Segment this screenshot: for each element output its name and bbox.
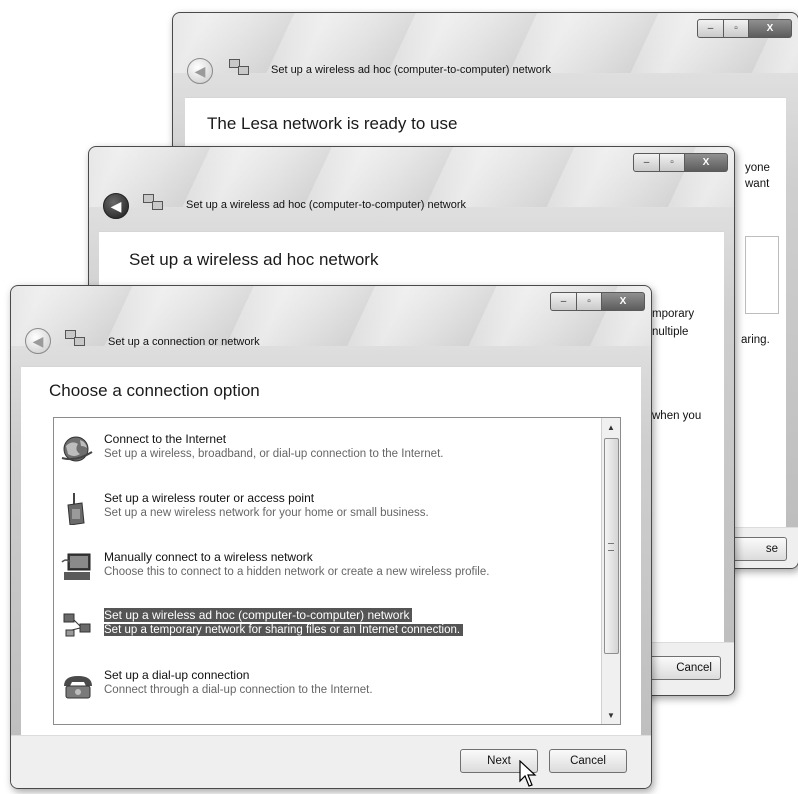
minimize-button[interactable]: ‒ (550, 292, 577, 311)
connection-options-list: Connect to the Internet Set up a wireles… (53, 417, 621, 725)
mouse-cursor-icon (519, 760, 537, 787)
info-box (745, 236, 779, 314)
scroll-up-icon[interactable]: ▲ (602, 418, 620, 436)
option-title: Connect to the Internet (104, 432, 227, 446)
option-description: Set up a new wireless network for your h… (104, 507, 429, 519)
option-title: Manually connect to a wireless network (104, 550, 313, 564)
option-description: Connect through a dial-up connection to … (104, 684, 373, 696)
scrollbar-thumb[interactable] (604, 438, 619, 654)
body-text-fragment: when you (652, 410, 702, 422)
adhoc-network-icon (60, 608, 96, 642)
telephone-icon (60, 668, 96, 702)
option-title: Set up a wireless router or access point (104, 491, 315, 505)
window-title: Set up a wireless ad hoc (computer-to-co… (186, 199, 467, 211)
close-button[interactable]: X (602, 292, 645, 311)
window-title: Set up a connection or network (108, 336, 260, 348)
caption-buttons: ‒ ▫ X (697, 19, 792, 38)
close-button[interactable]: X (685, 153, 728, 172)
window-title: Set up a wireless ad hoc (computer-to-co… (271, 64, 552, 76)
page-heading: Set up a wireless ad hoc network (129, 250, 379, 269)
body-text-fragment: mporary (652, 308, 695, 320)
list-item-selected[interactable]: Set up a wireless ad hoc (computer-to-co… (58, 604, 596, 648)
minimize-button[interactable]: ‒ (633, 153, 660, 172)
body-text-fragment: yone (745, 162, 770, 174)
option-description: Set up a wireless, broadband, or dial-up… (104, 448, 444, 460)
body-text-fragment: aring. (741, 334, 770, 346)
globe-icon (60, 432, 96, 466)
body-text-fragment: nultiple (652, 326, 689, 338)
network-icon (229, 59, 249, 77)
list-item[interactable]: Set up a dial-up connection Connect thro… (58, 664, 596, 708)
close-button[interactable]: X (749, 19, 792, 38)
page-heading: The Lesa network is ready to use (207, 114, 458, 133)
router-icon (60, 491, 96, 526)
window-front: ‒ ▫ X ◀ Set up a connection or network C… (10, 285, 652, 789)
vertical-scrollbar[interactable]: ▲ ▼ (601, 418, 620, 724)
option-title: Set up a dial-up connection (104, 668, 250, 682)
network-icon (65, 330, 85, 348)
network-icon (143, 194, 163, 212)
maximize-button[interactable]: ▫ (724, 19, 749, 38)
window-content: Choose a connection option Connect to th… (21, 366, 641, 788)
maximize-button[interactable]: ▫ (577, 292, 602, 311)
back-arrow-icon[interactable]: ◀ (187, 58, 213, 84)
back-arrow-icon[interactable]: ◀ (25, 328, 51, 354)
caption-buttons: ‒ ▫ X (633, 153, 728, 172)
option-description: Set up a temporary network for sharing f… (104, 624, 464, 636)
page-heading: Choose a connection option (49, 381, 260, 400)
list-item[interactable]: Manually connect to a wireless network C… (58, 546, 596, 590)
option-title: Set up a wireless ad hoc (computer-to-co… (104, 608, 413, 622)
wireless-computer-icon (60, 550, 96, 584)
footer: Next Cancel (11, 735, 651, 788)
option-description: Choose this to connect to a hidden netwo… (104, 566, 490, 578)
cancel-button[interactable]: Cancel (549, 749, 627, 773)
cancel-button[interactable]: Cancel (645, 656, 721, 680)
back-arrow-icon[interactable]: ◀ (103, 193, 129, 219)
scroll-down-icon[interactable]: ▼ (602, 706, 620, 724)
maximize-button[interactable]: ▫ (660, 153, 685, 172)
minimize-button[interactable]: ‒ (697, 19, 724, 38)
list-item[interactable]: Connect to the Internet Set up a wireles… (58, 428, 596, 472)
list-item[interactable]: Set up a wireless router or access point… (58, 487, 596, 531)
body-text-fragment: want (745, 178, 770, 190)
caption-buttons: ‒ ▫ X (550, 292, 645, 311)
